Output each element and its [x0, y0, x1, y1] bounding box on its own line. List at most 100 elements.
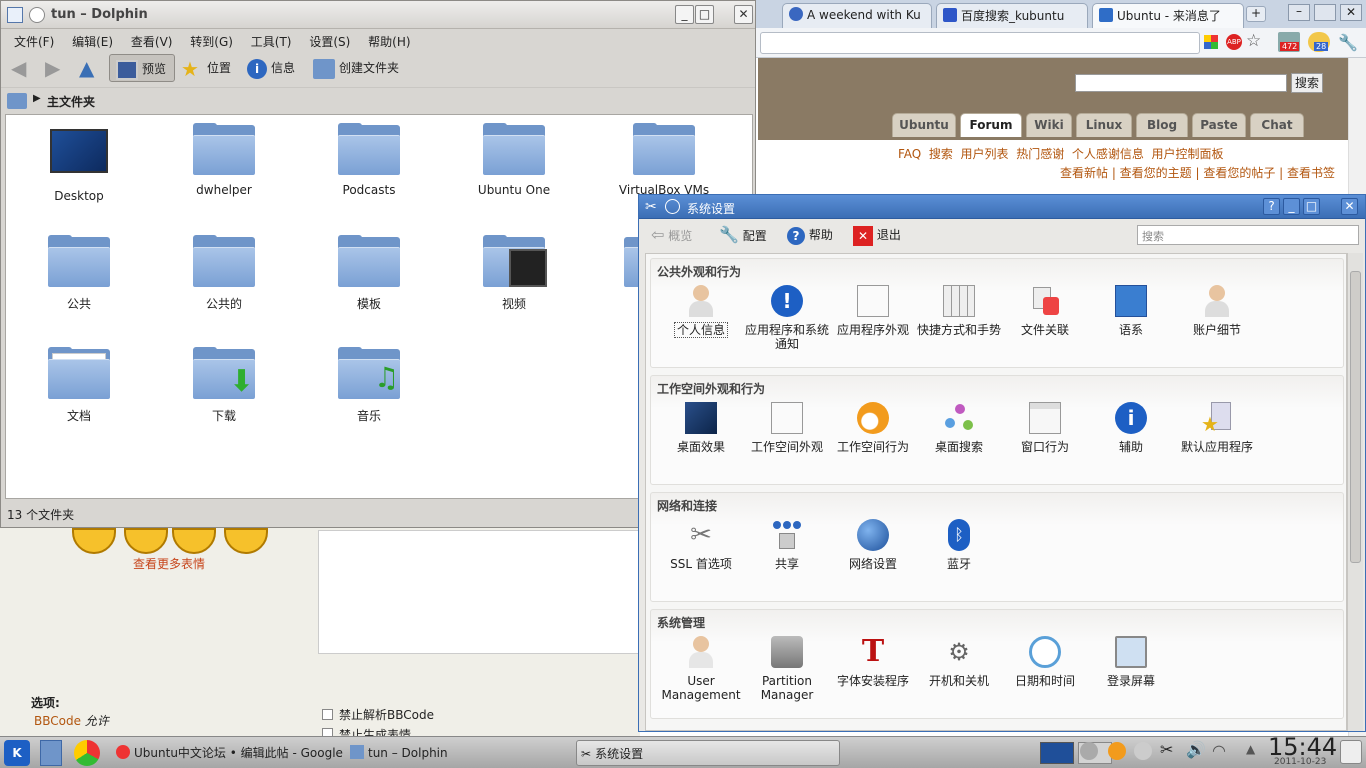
home-folder-icon[interactable]: [7, 93, 27, 109]
folder-dwhelper[interactable]: dwhelper: [169, 123, 279, 197]
module-shortcuts[interactable]: 快捷方式和手势: [917, 285, 1001, 337]
smiley-icon[interactable]: [224, 528, 268, 554]
forum-search-button[interactable]: 搜索: [1291, 73, 1323, 93]
task-chrome[interactable]: Ubuntu中文论坛 • 编辑此帖 - Google Chrome: [112, 740, 346, 766]
overview-button[interactable]: ⇦ 概览: [651, 221, 692, 249]
module-login-screen[interactable]: 登录屏幕: [1089, 636, 1173, 688]
maximize-button[interactable]: □: [1303, 198, 1320, 215]
up-icon[interactable]: ▲: [79, 54, 94, 82]
chrome-tab-baidu[interactable]: 百度搜索_kubuntu: [936, 3, 1088, 28]
module-sharing[interactable]: 共享: [745, 519, 829, 571]
tray-expand-icon[interactable]: ▲: [1246, 742, 1255, 756]
disable-smilies-option[interactable]: 禁止生成表情: [322, 726, 411, 736]
disable-smilies-checkbox[interactable]: [322, 728, 333, 736]
menu-tools[interactable]: 工具(T): [244, 30, 299, 53]
minimize-button[interactable]: –: [1288, 4, 1310, 21]
info-button[interactable]: i 信息: [247, 54, 295, 82]
module-default-apps[interactable]: ★ 默认应用程序: [1175, 402, 1259, 454]
folder-virtualbox[interactable]: VirtualBox VMs: [604, 123, 724, 197]
star-icon[interactable]: ☆: [1246, 31, 1261, 51]
breadcrumb-arrow-icon[interactable]: ▶: [33, 93, 41, 104]
wifi-icon[interactable]: ◠: [1212, 741, 1226, 760]
settings-titlebar[interactable]: ✂ 系统设置 ? _ □ ✕: [639, 195, 1365, 219]
forward-icon[interactable]: ▶: [45, 54, 60, 82]
disable-bbcode-checkbox[interactable]: [322, 709, 333, 720]
folder-public[interactable]: 公共: [24, 235, 134, 312]
module-partition-manager[interactable]: Partition Manager: [745, 636, 829, 702]
settings-search-input[interactable]: 搜索: [1137, 225, 1359, 245]
breadcrumb-home[interactable]: 主文件夹: [47, 93, 95, 110]
chrome-tab-weekend[interactable]: A weekend with Ku: [782, 3, 932, 28]
scrollbar-thumb[interactable]: [1350, 271, 1361, 563]
module-account-details[interactable]: 账户细节: [1175, 285, 1259, 337]
user-cp-link[interactable]: 用户控制面板: [1152, 147, 1224, 161]
module-network-settings[interactable]: 网络设置: [831, 519, 915, 571]
folder-downloads[interactable]: ⬇ 下载: [169, 347, 279, 424]
forum-links-row2[interactable]: 查看新帖 | 查看您的主题 | 查看您的帖子 | 查看书签: [1060, 164, 1335, 181]
settings-scrollbar[interactable]: [1347, 253, 1363, 731]
folder-podcasts[interactable]: Podcasts: [314, 123, 424, 197]
smiley-icon[interactable]: [124, 528, 168, 554]
kde-menu-icon[interactable]: K: [4, 740, 30, 766]
module-app-notifications[interactable]: ! 应用程序和系统通知: [745, 285, 829, 351]
module-app-appearance[interactable]: 应用程序外观: [831, 285, 915, 337]
forum-tab-ubuntu[interactable]: Ubuntu: [892, 113, 956, 137]
module-date-time[interactable]: 日期和时间: [1003, 636, 1087, 688]
forum-tab-paste[interactable]: Paste: [1192, 113, 1246, 137]
configure-button[interactable]: 🔧 配置: [719, 221, 767, 249]
close-button[interactable]: ✕: [1341, 198, 1358, 215]
module-desktop-effects[interactable]: 桌面效果: [659, 402, 743, 454]
module-window-behavior[interactable]: 窗口行为: [1003, 402, 1087, 454]
folder-ubuntu-one[interactable]: Ubuntu One: [459, 123, 569, 197]
module-startup-shutdown[interactable]: ⚙ 开机和关机: [917, 636, 1001, 688]
pager-desktop[interactable]: [1040, 742, 1074, 764]
module-file-associations[interactable]: 文件关联: [1003, 285, 1087, 337]
menu-file[interactable]: 文件(F): [7, 30, 61, 53]
forum-tab-forum[interactable]: Forum: [960, 113, 1022, 137]
tools-icon[interactable]: ✂: [645, 199, 657, 215]
back-icon[interactable]: ◀: [11, 54, 26, 82]
address-bar[interactable]: [760, 32, 1200, 54]
post-textarea[interactable]: [318, 530, 640, 654]
minimize-button[interactable]: _: [675, 5, 694, 24]
mail-extension-icon[interactable]: 472: [1278, 32, 1300, 52]
weather-extension-icon[interactable]: 28: [1308, 32, 1330, 52]
quit-button[interactable]: ✕ 退出: [853, 221, 901, 249]
maximize-button[interactable]: □: [695, 5, 714, 24]
folder-music[interactable]: ♫ 音乐: [314, 347, 424, 424]
help-button[interactable]: ?: [1263, 198, 1280, 215]
forum-tab-chat[interactable]: Chat: [1250, 113, 1304, 137]
menu-help[interactable]: 帮助(H): [361, 30, 417, 53]
forum-tab-blog[interactable]: Blog: [1136, 113, 1188, 137]
module-accessibility[interactable]: i 辅助: [1089, 402, 1173, 454]
forum-tab-wiki[interactable]: Wiki: [1026, 113, 1072, 137]
faq-link[interactable]: FAQ: [898, 147, 921, 161]
module-personal-info[interactable]: 个人信息: [659, 285, 743, 338]
window-menu-icon[interactable]: [7, 7, 23, 23]
close-button[interactable]: ✕: [1340, 4, 1362, 21]
userlist-link[interactable]: 用户列表: [961, 147, 1009, 161]
klipper-scissors-icon[interactable]: ✂: [1160, 740, 1173, 759]
module-desktop-search[interactable]: 桌面搜索: [917, 402, 1001, 454]
module-locale[interactable]: 语系: [1089, 285, 1173, 337]
notifications-icon[interactable]: [1080, 742, 1098, 760]
folder-public-2[interactable]: 公共的: [169, 235, 279, 312]
new-folder-button[interactable]: 创建文件夹: [313, 54, 399, 82]
smiley-icon[interactable]: [172, 528, 216, 554]
chrome-launcher-icon[interactable]: [74, 740, 100, 766]
module-font-installer[interactable]: T 字体安装程序: [831, 636, 915, 689]
dolphin-titlebar[interactable]: tun – Dolphin _ □ ✕: [1, 1, 755, 29]
menu-settings[interactable]: 设置(S): [302, 30, 357, 53]
task-dolphin[interactable]: tun – Dolphin: [346, 740, 568, 766]
menu-view[interactable]: 查看(V): [124, 30, 180, 53]
forum-search-input[interactable]: [1075, 74, 1287, 92]
bbcode-link[interactable]: BBCode: [34, 714, 81, 728]
menu-edit[interactable]: 编辑(E): [65, 30, 120, 53]
update-icon[interactable]: [1108, 742, 1126, 760]
extension-color-icon[interactable]: [1204, 35, 1218, 49]
cashew-icon[interactable]: [1340, 740, 1362, 764]
volume-icon[interactable]: 🔊: [1186, 740, 1206, 759]
search-link[interactable]: 搜索: [929, 147, 953, 161]
folder-videos[interactable]: 视频: [459, 235, 569, 312]
module-workspace-appearance[interactable]: 工作空间外观: [745, 402, 829, 454]
